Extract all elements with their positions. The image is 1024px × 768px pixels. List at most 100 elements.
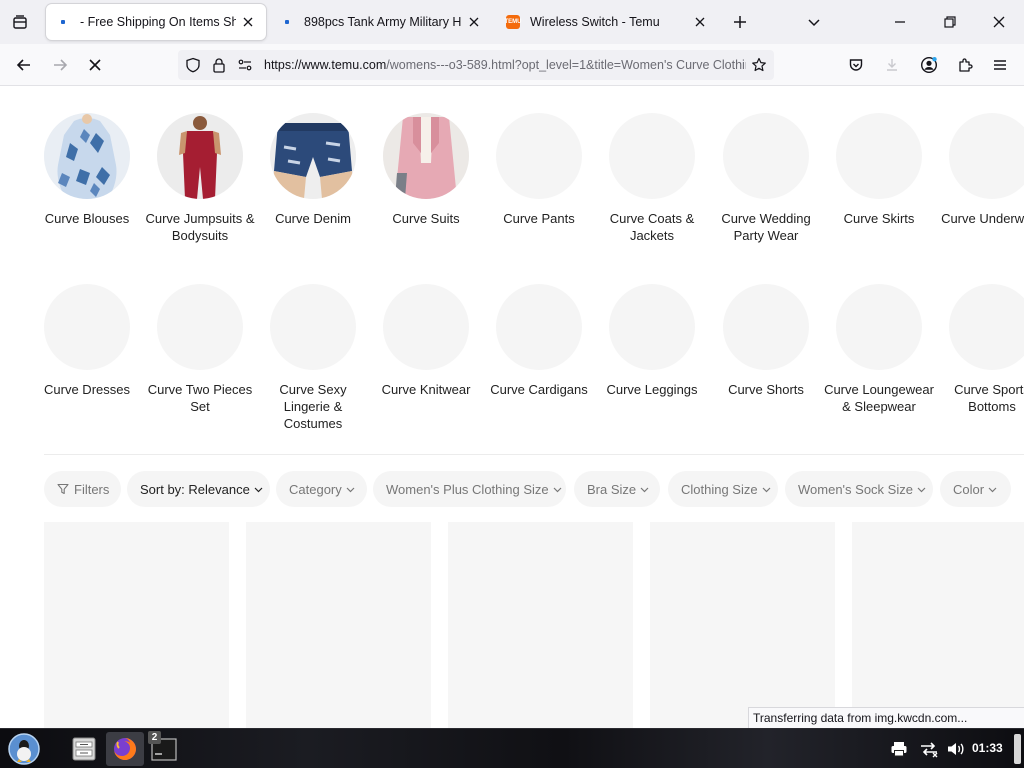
- category-label: Curve Jumpsuits & Bodysuits: [145, 211, 255, 243]
- category-image-placeholder[interactable]: [270, 284, 356, 370]
- volume-icon[interactable]: [945, 732, 967, 766]
- start-menu-icon[interactable]: [4, 732, 44, 766]
- bra-size-dropdown[interactable]: Bra Size: [574, 471, 660, 507]
- permissions-icon[interactable]: [234, 54, 256, 76]
- category-curve-wedding-party-wear[interactable]: Curve Wedding Party Wear: [711, 113, 821, 244]
- minimize-icon[interactable]: [886, 8, 914, 36]
- bookmark-star-icon[interactable]: [746, 52, 772, 78]
- printer-icon[interactable]: [888, 732, 910, 766]
- category-image-placeholder[interactable]: [836, 113, 922, 199]
- category-image-placeholder[interactable]: [496, 113, 582, 199]
- category-image-placeholder[interactable]: [609, 284, 695, 370]
- tab-tank-army[interactable]: 898pcs Tank Army Military History: [270, 4, 492, 40]
- file-manager-icon[interactable]: [68, 732, 100, 766]
- section-divider: [44, 454, 1024, 455]
- tab-title: Wireless Switch - Temu: [530, 15, 660, 29]
- url-text: https://www.temu.com/womens---o3-589.htm…: [264, 58, 746, 72]
- category-image-placeholder[interactable]: [496, 284, 582, 370]
- category-curve-blouses[interactable]: Curve Blouses: [32, 113, 142, 227]
- firefox-taskbar-icon[interactable]: [106, 732, 144, 766]
- tab-close-icon[interactable]: [692, 14, 708, 30]
- category-image[interactable]: [157, 113, 243, 199]
- account-icon[interactable]: [914, 51, 944, 79]
- category-image[interactable]: [383, 113, 469, 199]
- plus-clothing-size-dropdown[interactable]: Women's Plus Clothing Size: [373, 471, 566, 507]
- new-tab-icon[interactable]: [726, 8, 754, 36]
- filters-button[interactable]: Filters: [44, 471, 121, 507]
- category-label: Curve Shorts: [728, 382, 804, 397]
- category-image-placeholder[interactable]: [949, 284, 1024, 370]
- product-card-placeholder[interactable]: [650, 522, 835, 728]
- stop-loading-icon[interactable]: [80, 51, 110, 79]
- category-curve-loungewear[interactable]: Curve Loungewear & Sleepwear: [824, 284, 934, 415]
- category-curve-cardigans[interactable]: Curve Cardigans: [484, 284, 594, 398]
- category-curve-shorts[interactable]: Curve Shorts: [711, 284, 821, 398]
- category-curve-denim[interactable]: Curve Denim: [258, 113, 368, 227]
- filter-bar: Filters Sort by: Relevance Category Wome…: [44, 471, 1024, 507]
- product-card-placeholder[interactable]: [448, 522, 633, 728]
- hamburger-menu-icon[interactable]: [985, 51, 1015, 79]
- product-card-placeholder[interactable]: [246, 522, 431, 728]
- product-card-placeholder[interactable]: [44, 522, 229, 728]
- category-curve-knitwear[interactable]: Curve Knitwear: [371, 284, 481, 398]
- category-label: Curve Two Pieces Set: [147, 382, 253, 414]
- chevron-down-icon: [640, 485, 649, 494]
- category-image-placeholder[interactable]: [723, 113, 809, 199]
- category-label: Curve Pants: [503, 211, 575, 226]
- tracking-shield-icon[interactable]: [182, 54, 204, 76]
- sort-by-dropdown[interactable]: Sort by: Relevance: [127, 471, 270, 507]
- category-curve-leggings[interactable]: Curve Leggings: [597, 284, 707, 398]
- tab-wireless-switch[interactable]: TEMU Wireless Switch - Temu: [496, 4, 718, 40]
- color-dropdown[interactable]: Color: [940, 471, 1011, 507]
- category-curve-underwear[interactable]: Curve Underwear: [937, 113, 1024, 227]
- url-bar[interactable]: https://www.temu.com/womens---o3-589.htm…: [178, 50, 774, 80]
- back-arrow-icon[interactable]: [9, 51, 39, 79]
- category-filter-dropdown[interactable]: Category: [276, 471, 367, 507]
- category-image-placeholder[interactable]: [157, 284, 243, 370]
- category-curve-dresses[interactable]: Curve Dresses: [32, 284, 142, 398]
- category-curve-jumpsuits[interactable]: Curve Jumpsuits & Bodysuits: [145, 113, 255, 244]
- taskbar-clock[interactable]: 01:33: [972, 741, 1003, 755]
- sock-size-dropdown[interactable]: Women's Sock Size: [785, 471, 933, 507]
- category-image-placeholder[interactable]: [723, 284, 809, 370]
- tab-free-shipping[interactable]: - Free Shipping On Items Shipped: [46, 4, 266, 40]
- restore-icon[interactable]: [936, 8, 964, 36]
- network-icon[interactable]: [918, 732, 940, 766]
- category-image-placeholder[interactable]: [609, 113, 695, 199]
- download-icon[interactable]: [877, 51, 907, 79]
- category-curve-skirts[interactable]: Curve Skirts: [824, 113, 934, 227]
- category-label: Curve Wedding Party Wear: [721, 211, 811, 243]
- lock-icon[interactable]: [208, 54, 230, 76]
- category-image-placeholder[interactable]: [949, 113, 1024, 199]
- pocket-icon[interactable]: [841, 51, 871, 79]
- tab-list-icon[interactable]: [6, 8, 34, 36]
- category-label: Curve Coats & Jackets: [609, 211, 695, 243]
- category-image[interactable]: [44, 113, 130, 199]
- category-image-placeholder[interactable]: [44, 284, 130, 370]
- category-curve-two-pieces-set[interactable]: Curve Two Pieces Set: [145, 284, 255, 415]
- category-curve-suits[interactable]: Curve Suits: [371, 113, 481, 227]
- show-desktop-button[interactable]: [1014, 734, 1021, 764]
- category-curve-pants[interactable]: Curve Pants: [484, 113, 594, 227]
- tab-favicon-icon: [56, 15, 70, 29]
- category-image-placeholder[interactable]: [383, 284, 469, 370]
- product-card-placeholder[interactable]: [852, 522, 1024, 728]
- chip-label: Women's Plus Clothing Size: [386, 481, 549, 497]
- tab-close-icon[interactable]: [240, 14, 256, 30]
- category-curve-coats-jackets[interactable]: Curve Coats & Jackets: [597, 113, 707, 244]
- chevron-down-icon: [553, 485, 562, 494]
- category-label: Curve Leggings: [606, 382, 698, 397]
- category-curve-sports-bottoms[interactable]: Curve Sports Bottoms: [937, 284, 1024, 415]
- extensions-icon[interactable]: [950, 51, 980, 79]
- close-window-icon[interactable]: [985, 8, 1013, 36]
- chevron-down-icon[interactable]: [800, 8, 828, 36]
- category-image[interactable]: [270, 113, 356, 199]
- category-curve-sexy-lingerie[interactable]: Curve Sexy Lingerie & Costumes: [258, 284, 368, 432]
- forward-arrow-icon[interactable]: [45, 51, 75, 79]
- category-image-placeholder[interactable]: [836, 284, 922, 370]
- chip-label: Women's Sock Size: [798, 481, 913, 497]
- clothing-size-dropdown[interactable]: Clothing Size: [668, 471, 778, 507]
- category-label: Curve Skirts: [843, 211, 915, 226]
- tab-close-icon[interactable]: [466, 14, 482, 30]
- loading-status: Transferring data from img.kwcdn.com...: [748, 707, 1024, 729]
